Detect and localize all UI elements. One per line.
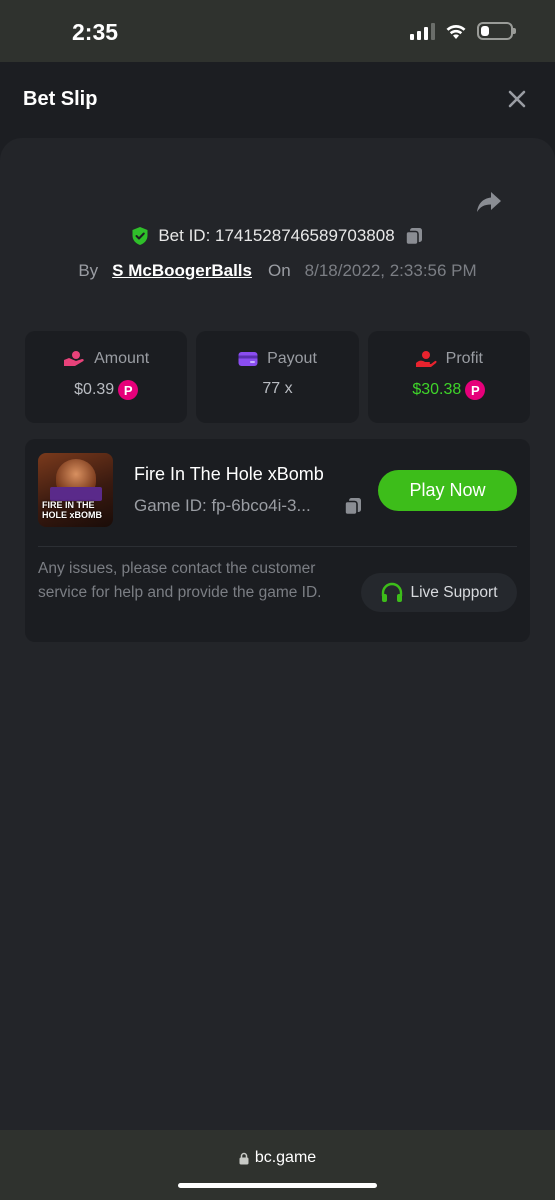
profit-card: Profit $30.38 P bbox=[367, 331, 530, 423]
url-row[interactable]: bc.game bbox=[0, 1149, 555, 1167]
amount-card: Amount $0.39 P bbox=[25, 331, 188, 423]
bet-id: Bet ID: 1741528746589703808 bbox=[158, 226, 395, 245]
game-title: Fire In The Hole xBomb bbox=[134, 464, 324, 484]
profit-label: Profit bbox=[445, 350, 483, 367]
bet-slip-panel: Bet ID: 1741528746589703808 By S McBooge… bbox=[0, 138, 555, 1130]
home-indicator[interactable] bbox=[178, 1183, 377, 1188]
payout-icon bbox=[238, 352, 258, 366]
profit-icon bbox=[415, 351, 437, 367]
wifi-icon bbox=[446, 24, 466, 39]
page-title: Bet Slip bbox=[23, 88, 98, 110]
payout-label: Payout bbox=[267, 350, 317, 367]
support-note: Any issues, please contact the customer … bbox=[38, 560, 322, 601]
copy-icon[interactable] bbox=[404, 226, 424, 246]
status-icons bbox=[410, 22, 516, 40]
status-bar: 2:35 bbox=[0, 0, 555, 62]
game-id: Game ID: fp-6bco4i-3... bbox=[134, 496, 311, 515]
coin-icon: P bbox=[465, 380, 486, 400]
bet-date: 8/18/2022, 2:33:56 PM bbox=[304, 261, 477, 280]
bet-slip-header: Bet Slip bbox=[0, 62, 555, 138]
game-thumbnail[interactable]: FIRE IN THE HOLE xBOMB bbox=[38, 453, 113, 527]
live-support-button[interactable]: Live Support bbox=[361, 573, 517, 612]
amount-label: Amount bbox=[94, 350, 150, 367]
coin-icon: P bbox=[118, 380, 139, 400]
battery-icon bbox=[477, 22, 516, 40]
divider bbox=[38, 546, 517, 547]
amount-icon bbox=[64, 351, 84, 366]
on-label: On bbox=[267, 261, 291, 280]
close-icon[interactable] bbox=[507, 89, 527, 109]
payout-card: Payout 77 x bbox=[196, 331, 359, 423]
bet-stats: Amount $0.39 P Payout 77 x Profit $30.38… bbox=[25, 331, 530, 423]
headset-icon bbox=[382, 582, 403, 602]
copy-icon[interactable] bbox=[343, 496, 363, 516]
user-link[interactable]: S McBoogerBalls bbox=[112, 261, 252, 281]
by-label: By bbox=[78, 261, 99, 280]
payout-value: 77 x bbox=[262, 380, 293, 397]
status-time: 2:35 bbox=[72, 19, 119, 45]
play-now-button[interactable]: Play Now bbox=[378, 470, 517, 511]
shield-icon bbox=[132, 227, 148, 245]
game-card: FIRE IN THE HOLE xBOMB Fire In The Hole … bbox=[25, 439, 530, 642]
share-icon[interactable] bbox=[475, 190, 503, 214]
url-text: bc.game bbox=[254, 1149, 317, 1166]
bet-id-row: Bet ID: 1741528746589703808 bbox=[0, 226, 555, 246]
profit-value: $30.38 bbox=[412, 381, 462, 398]
signal-icon bbox=[410, 22, 435, 40]
bet-author-row: By S McBoogerBalls On 8/18/2022, 2:33:56… bbox=[0, 261, 555, 281]
lock-icon bbox=[239, 1152, 249, 1164]
amount-value: $0.39 bbox=[74, 381, 115, 398]
live-support-label: Live Support bbox=[410, 583, 498, 601]
browser-url-bar: bc.game bbox=[0, 1130, 555, 1200]
